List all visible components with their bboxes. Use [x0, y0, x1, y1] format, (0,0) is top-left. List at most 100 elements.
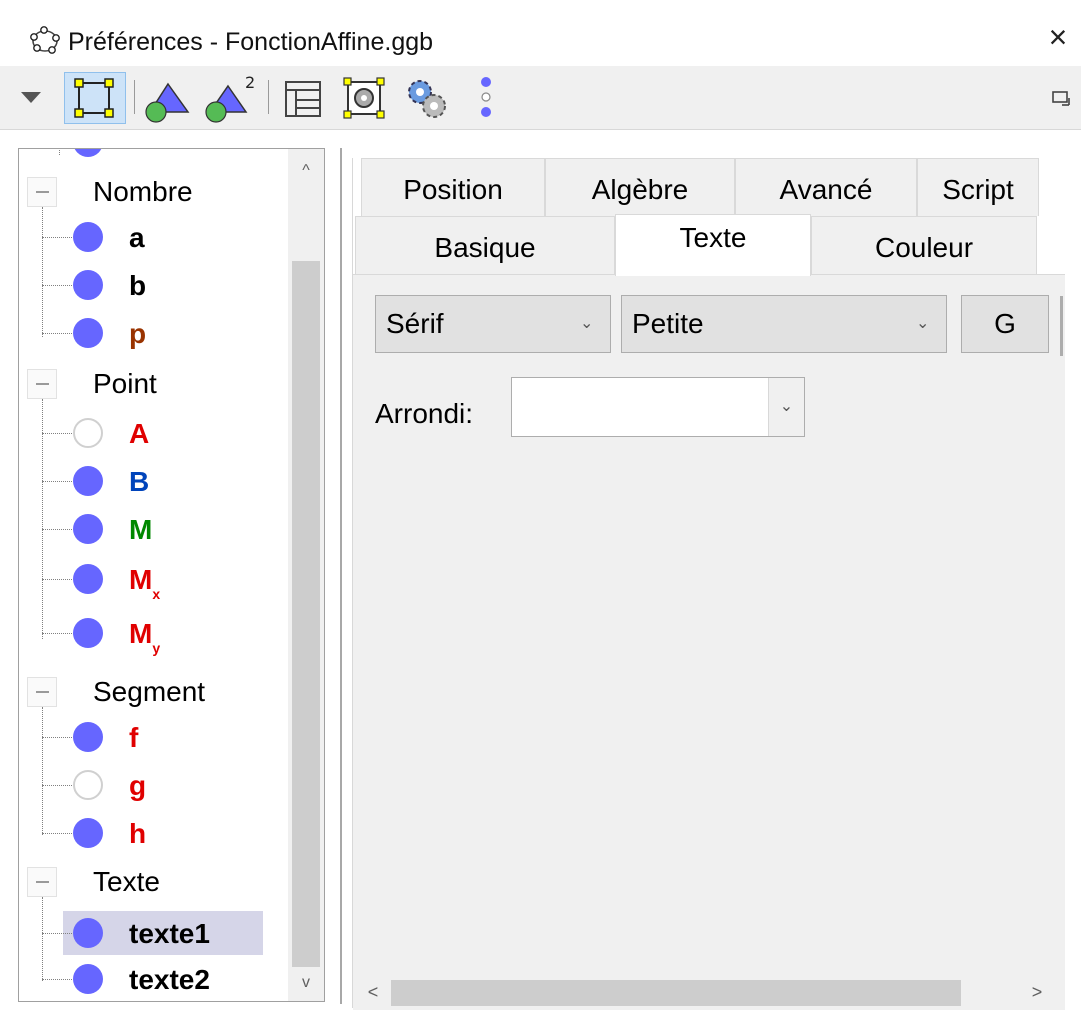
geogebra-icon — [30, 26, 60, 54]
text-tab-content: Sérif ⌄ Petite ⌄ G Arrondi: ⌄ < > — [353, 274, 1065, 1010]
close-button[interactable]: × — [1035, 14, 1081, 60]
tree-group-point[interactable]: Point — [19, 361, 289, 405]
bold-button[interactable]: G — [961, 295, 1049, 353]
tree-item-M[interactable]: M — [19, 507, 289, 551]
tree-item-a[interactable]: a — [19, 215, 289, 259]
dock-icon[interactable] — [1050, 72, 1074, 124]
object-visibility-dot[interactable] — [73, 618, 103, 648]
object-visibility-dot[interactable] — [73, 722, 103, 752]
object-visibility-dot[interactable] — [73, 418, 103, 448]
rounding-label: Arrondi: — [375, 398, 474, 429]
collapse-icon[interactable] — [27, 867, 57, 897]
tree-item-f[interactable]: f — [19, 715, 289, 759]
tree-item-My[interactable]: My — [19, 611, 289, 656]
collapse-icon[interactable] — [27, 177, 57, 207]
tree-item-label: texte1 — [129, 918, 210, 949]
scroll-left-arrow-icon[interactable]: < — [355, 974, 391, 1010]
toolbar: 2 — [0, 66, 1081, 130]
tree-item-label: b — [129, 270, 147, 301]
tree-connector — [59, 149, 60, 155]
object-visibility-dot[interactable] — [73, 466, 103, 496]
tab-avance[interactable]: Avancé — [735, 158, 917, 216]
object-visibility-dot[interactable] — [73, 149, 103, 157]
toolbar-separator — [268, 80, 269, 114]
horizontal-scrollbar[interactable]: < > — [353, 974, 1065, 1010]
tab-position[interactable]: Position — [361, 158, 545, 216]
font-family-select[interactable]: Sérif ⌄ — [375, 295, 611, 353]
tree-item-p[interactable]: p — [19, 311, 289, 355]
tree-item-A[interactable]: A — [19, 411, 289, 455]
graphics-view-icon — [74, 78, 114, 118]
layout-icon[interactable] — [280, 72, 328, 124]
object-visibility-dot[interactable] — [73, 270, 103, 300]
tab-algebre[interactable]: Algèbre — [545, 158, 735, 216]
rounding-select[interactable]: ⌄ — [511, 377, 805, 437]
tree-item-texte2[interactable]: texte2 — [19, 957, 289, 1001]
object-visibility-dot[interactable] — [73, 514, 103, 544]
tree-item-h[interactable]: h — [19, 811, 289, 855]
tree-scrollbar[interactable]: ^ v — [288, 149, 324, 1001]
tree-item-label: Mx — [129, 564, 161, 602]
tree-group-label: Segment — [93, 676, 206, 707]
scroll-up-arrow-icon[interactable]: ^ — [288, 153, 324, 189]
settings-icon[interactable] — [400, 72, 454, 124]
object-visibility-dot[interactable] — [73, 770, 103, 800]
graphics-3d-view-icon[interactable]: 2 — [200, 72, 260, 124]
tree-item-b[interactable]: b — [19, 263, 289, 307]
tab-basique[interactable]: Basique — [355, 216, 615, 274]
tree-group-nombre[interactable]: Nombre — [19, 169, 289, 213]
tree-item-Mx[interactable]: Mx — [19, 557, 289, 602]
window-title: Préférences - FonctionAffine.ggb — [68, 28, 434, 56]
tree-item-B[interactable]: B — [19, 459, 289, 503]
scroll-down-arrow-icon[interactable]: v — [288, 965, 324, 1001]
tree-item-label: f — [129, 722, 139, 753]
tree-group-texte[interactable]: Texte — [19, 859, 289, 903]
tree-item-label: M — [129, 514, 153, 545]
defaults-icon[interactable] — [338, 72, 392, 124]
tree-connector — [42, 933, 72, 934]
more-options-icon[interactable] — [474, 72, 498, 124]
svg-text:2: 2 — [245, 73, 255, 92]
pane-divider[interactable] — [340, 148, 342, 1004]
tree-item-label: B — [129, 466, 150, 497]
graphics-triangle-icon[interactable] — [140, 72, 196, 124]
tab-couleur[interactable]: Couleur — [811, 216, 1037, 274]
tree-item-texte1[interactable]: texte1 — [19, 911, 289, 955]
object-tree: Nombre a b p Point A B M Mx My Segment f… — [18, 148, 325, 1002]
tree-connector — [42, 481, 72, 482]
tree-item-label: texte2 — [129, 964, 210, 995]
chevron-down-icon: ⌄ — [768, 378, 804, 436]
graphics-view-button[interactable] — [64, 72, 126, 124]
toolbar-separator — [134, 80, 135, 114]
dropdown-arrow-icon[interactable] — [18, 72, 44, 124]
tree-group-label: Texte — [93, 866, 160, 897]
scroll-right-arrow-icon[interactable]: > — [1019, 974, 1055, 1010]
object-visibility-dot[interactable] — [73, 918, 103, 948]
tree-item-label: A — [129, 418, 150, 449]
object-visibility-dot[interactable] — [73, 222, 103, 252]
collapse-icon[interactable] — [27, 369, 57, 399]
tab-texte[interactable]: Texte — [615, 214, 811, 276]
tree-connector — [42, 579, 72, 580]
chevron-down-icon: ⌄ — [916, 315, 930, 332]
tree-connector — [42, 737, 72, 738]
tab-script[interactable]: Script — [917, 158, 1039, 216]
object-visibility-dot[interactable] — [73, 964, 103, 994]
tree-item-label: a — [129, 222, 145, 253]
object-visibility-dot[interactable] — [73, 564, 103, 594]
tree-item-g[interactable]: g — [19, 763, 289, 807]
collapse-icon[interactable] — [27, 677, 57, 707]
properties-panel: Position Algèbre Avancé Script Basique T… — [352, 158, 1072, 1010]
object-visibility-dot[interactable] — [73, 318, 103, 348]
tree-connector — [42, 979, 72, 980]
tree-connector — [42, 333, 72, 334]
scrollbar-thumb[interactable] — [292, 261, 320, 967]
tree-item-label: h — [129, 818, 147, 849]
tree-group-label: Point — [93, 368, 157, 399]
scrollbar-thumb[interactable] — [391, 980, 961, 1006]
font-family-value: Sérif — [386, 308, 444, 339]
tree-connector — [42, 833, 72, 834]
object-visibility-dot[interactable] — [73, 818, 103, 848]
tree-group-segment[interactable]: Segment — [19, 669, 289, 713]
font-size-select[interactable]: Petite ⌄ — [621, 295, 947, 353]
